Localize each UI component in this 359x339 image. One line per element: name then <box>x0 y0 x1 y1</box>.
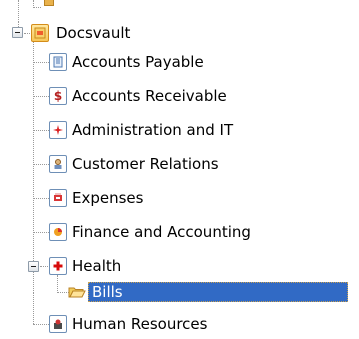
tree-item-accounts-payable[interactable]: Accounts Payable <box>69 52 207 72</box>
cash-register-icon <box>54 193 62 201</box>
administration-icon <box>49 121 67 139</box>
star-icon <box>53 125 63 135</box>
accounts-payable-icon <box>49 53 67 71</box>
lock-user-icon <box>54 319 62 329</box>
minus-icon <box>31 266 36 267</box>
pie-chart-icon <box>54 228 62 236</box>
ledger-icon <box>53 56 63 68</box>
tree-line <box>33 38 34 293</box>
dollar-symbol: $ <box>53 89 63 103</box>
tree-root-label[interactable]: Docsvault <box>53 23 133 43</box>
folder-icon <box>44 0 54 6</box>
tree-line <box>33 7 41 8</box>
expenses-icon <box>49 189 67 207</box>
human-resources-icon <box>49 315 67 333</box>
collapse-health-button[interactable] <box>28 261 39 272</box>
person-icon <box>54 159 62 169</box>
tree-item-customer-relations[interactable]: Customer Relations <box>69 154 222 174</box>
tree-line <box>18 0 19 20</box>
folder-tree[interactable]: Docsvault Accounts Payable $ Accounts Re… <box>0 0 359 339</box>
tree-item-finance-and-accounting[interactable]: Finance and Accounting <box>69 222 254 242</box>
dollar-icon: $ <box>49 87 67 105</box>
collapse-root-button[interactable] <box>12 27 23 38</box>
finance-icon <box>49 223 67 241</box>
tree-item-health[interactable]: Health <box>69 256 124 276</box>
open-folder-glyph <box>68 287 86 298</box>
docsvault-icon-glyph <box>34 27 46 39</box>
docsvault-icon <box>31 24 49 42</box>
red-cross-icon <box>53 261 63 271</box>
tree-item-bills-selected[interactable]: Bills <box>88 282 348 302</box>
open-folder-icon <box>68 283 86 301</box>
tree-line <box>33 293 34 324</box>
tree-item-administration-and-it[interactable]: Administration and IT <box>69 120 236 140</box>
minus-icon <box>15 32 20 33</box>
tree-item-accounts-receivable[interactable]: Accounts Receivable <box>69 86 230 106</box>
tree-item-human-resources[interactable]: Human Resources <box>69 314 210 334</box>
health-cross-icon <box>49 257 67 275</box>
tree-line <box>57 275 58 293</box>
customer-relations-icon <box>49 155 67 173</box>
tree-item-expenses[interactable]: Expenses <box>69 188 146 208</box>
